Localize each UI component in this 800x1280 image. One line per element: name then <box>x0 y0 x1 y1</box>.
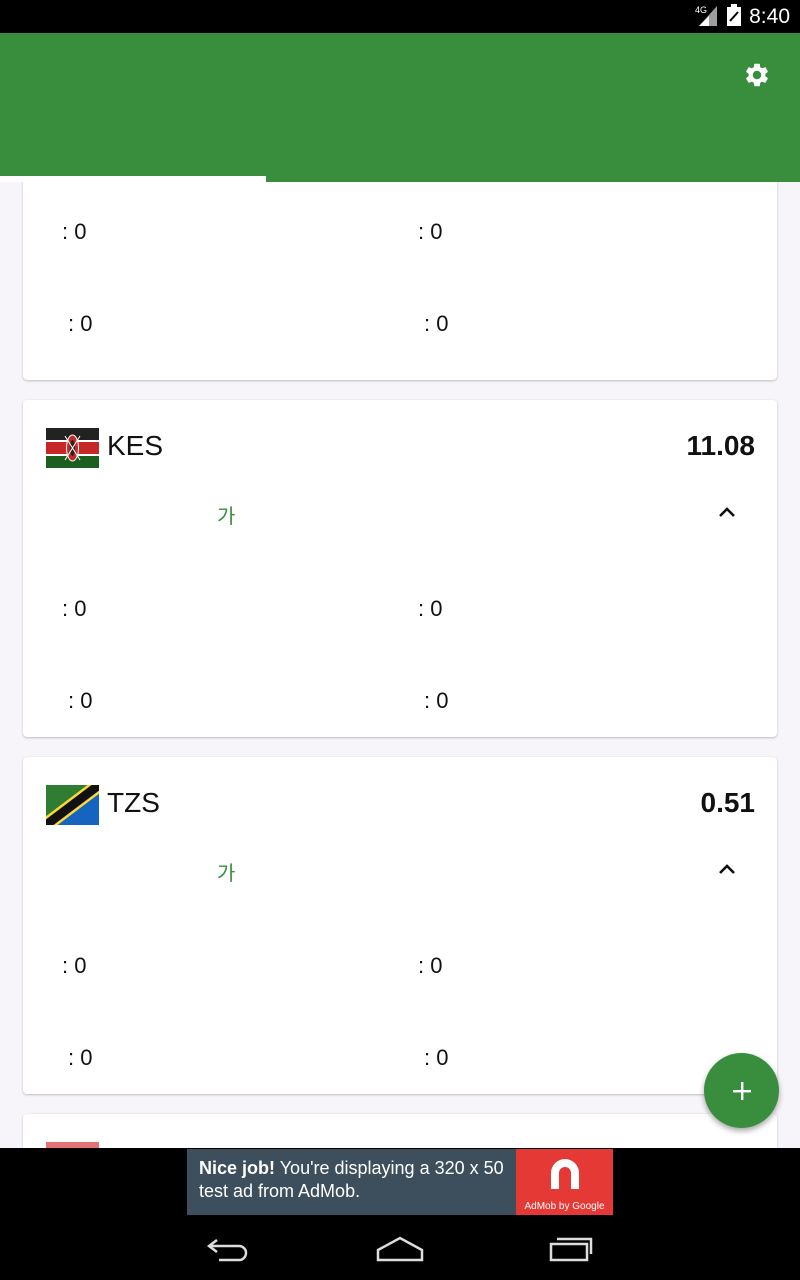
plus-icon <box>732 1081 751 1100</box>
navigation-bar <box>0 1216 800 1280</box>
stat-value: : 0 <box>418 596 443 621</box>
stat-value: : 0 <box>62 953 87 978</box>
stat-value: : 0 <box>62 219 87 244</box>
status-icons: 4G 8:40 <box>695 0 790 33</box>
home-icon <box>376 1236 424 1262</box>
ad-text: Nice job! You're displaying a 320 x 50 t… <box>187 1149 516 1215</box>
tanzania-flag-icon[interactable] <box>46 785 99 825</box>
stat-value: : 0 <box>424 1045 449 1070</box>
currency-list[interactable]: : 0 : 0 : 0 : 0 KES 11.08 가 : 0 : 0: 0 … <box>0 182 800 1148</box>
currency-card <box>23 1114 777 1148</box>
currency-card: : 0 : 0 : 0 : 0 <box>23 182 777 380</box>
back-button[interactable] <box>199 1230 259 1266</box>
home-button[interactable] <box>370 1230 430 1266</box>
exchange-rate[interactable]: 0.51 <box>701 787 756 819</box>
kenya-flag-icon[interactable] <box>46 428 99 468</box>
currency-code[interactable]: KES <box>107 430 163 462</box>
stat-value: : 0 <box>418 219 443 244</box>
stat-value: : 0 <box>418 953 443 978</box>
ad-area: Nice job! You're displaying a 320 x 50 t… <box>0 1148 800 1216</box>
ad-banner[interactable]: Nice job! You're displaying a 320 x 50 t… <box>187 1149 613 1215</box>
korean-label: 가 <box>217 861 236 885</box>
stat-value: : 0 <box>68 311 93 336</box>
signal-icon: 4G <box>695 4 719 30</box>
settings-button[interactable] <box>740 58 774 92</box>
chevron-up-icon[interactable] <box>713 857 741 881</box>
recent-apps-icon <box>549 1237 593 1262</box>
gear-icon <box>746 63 768 87</box>
currency-card-tzs: TZS 0.51 가 : 0 : 0 : 0 : 0 <box>23 757 777 1094</box>
ad-logo-caption: AdMob by Google <box>524 1201 605 1212</box>
app-bar <box>0 33 800 182</box>
stat-value: : 0 <box>68 688 93 713</box>
ad-headline: Nice job! <box>199 1158 276 1178</box>
back-icon <box>206 1239 248 1262</box>
stat-value: : 0 <box>424 311 449 336</box>
chevron-up-icon[interactable] <box>713 500 741 524</box>
admob-logo-icon: AdMob by Google <box>516 1149 613 1215</box>
korean-label: 가 <box>217 504 236 528</box>
stat-value: : 0 <box>68 1045 93 1070</box>
battery-icon <box>727 3 742 30</box>
recent-apps-button[interactable] <box>541 1230 601 1266</box>
add-currency-button[interactable] <box>704 1053 779 1128</box>
status-bar: 4G 8:40 <box>0 0 800 33</box>
stat-value: : 0 <box>424 688 449 713</box>
status-clock: 8:40 <box>749 4 790 28</box>
stat-value: : 0 <box>62 596 87 621</box>
currency-code[interactable]: TZS <box>107 787 160 819</box>
exchange-rate[interactable]: 11.08 <box>686 430 755 462</box>
svg-text:4G: 4G <box>695 5 707 15</box>
currency-card-kes: KES 11.08 가 : 0 : 0 : 0 : 0 <box>23 400 777 737</box>
